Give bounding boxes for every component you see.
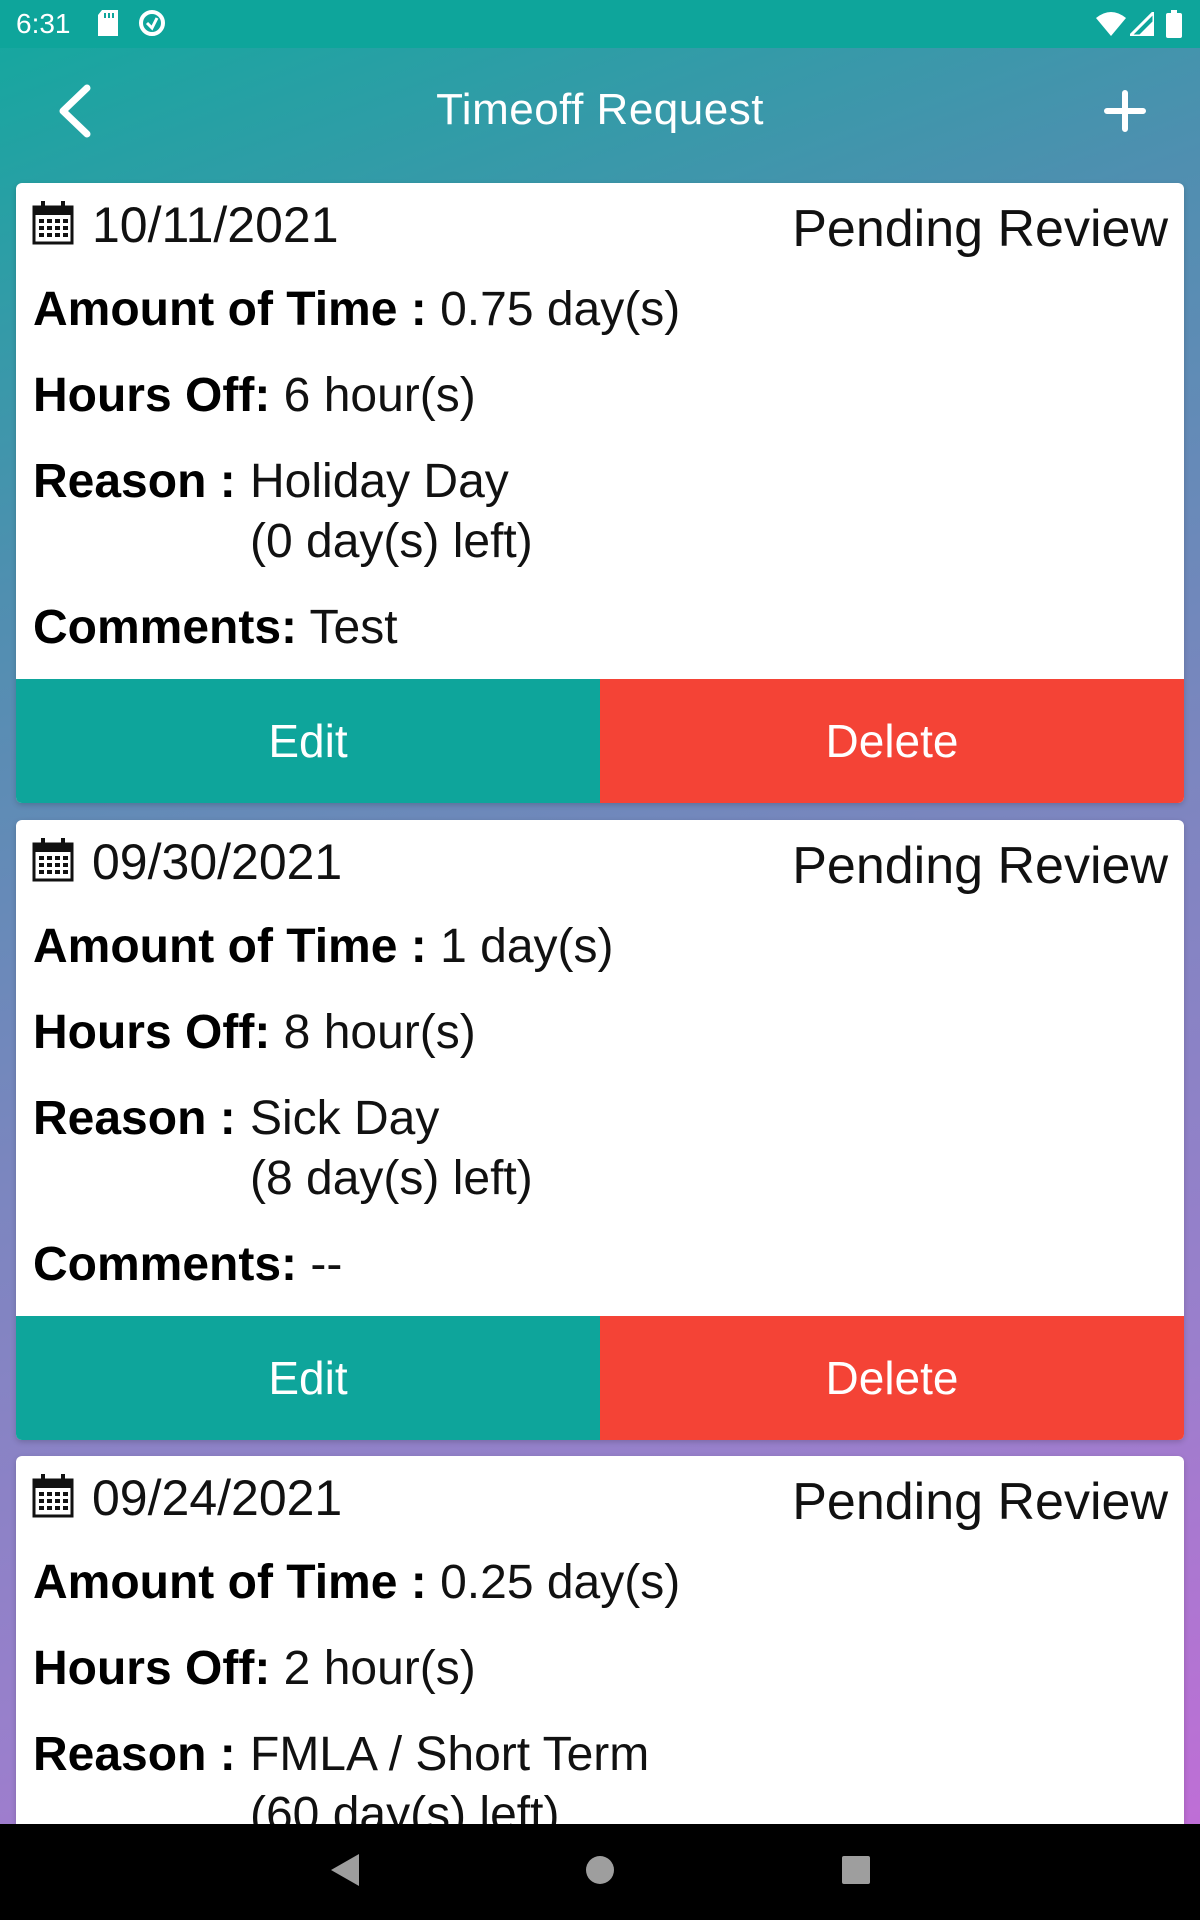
edit-button[interactable]: Edit <box>16 679 600 803</box>
square-recents-icon <box>841 1855 871 1890</box>
calendar-icon <box>32 838 74 887</box>
reason-row: Reason : <box>33 451 236 513</box>
add-request-button[interactable] <box>1090 78 1160 148</box>
delete-button[interactable]: Delete <box>600 1316 1184 1440</box>
hours-label: Hours Off: <box>33 1006 271 1059</box>
reason-row: Reason : <box>33 1724 236 1786</box>
hours-value: 8 hour(s) <box>283 1006 476 1059</box>
request-date: 09/30/2021 <box>92 834 343 890</box>
app-bar: Timeoff Request <box>0 48 1200 178</box>
reason-label: Reason : <box>33 1092 236 1145</box>
nav-back-button[interactable] <box>320 1848 368 1896</box>
calendar-icon <box>32 1474 74 1523</box>
hours-row: Hours Off: 2 hour(s) <box>33 1638 476 1700</box>
comments-value: Test <box>309 601 398 654</box>
amount-label: Amount of Time : <box>33 920 427 973</box>
amount-label: Amount of Time : <box>33 283 427 336</box>
reason-label: Reason : <box>33 1728 236 1781</box>
reason-label: Reason : <box>33 455 236 508</box>
card-header: 09/24/2021 Pending Review <box>16 1456 1184 1546</box>
comments-label: Comments: <box>33 1238 298 1291</box>
wifi-icon <box>1096 12 1126 41</box>
hours-label: Hours Off: <box>33 1642 271 1695</box>
amount-row: Amount of Time : 0.75 day(s) <box>33 279 680 341</box>
request-card: 10/11/2021 Pending Review Amount of Time… <box>16 183 1184 803</box>
amount-row: Amount of Time : 0.25 day(s) <box>33 1552 680 1614</box>
reason-row: Reason : <box>33 1088 236 1150</box>
status-time: 6:31 <box>16 8 71 39</box>
amount-row: Amount of Time : 1 day(s) <box>33 916 613 978</box>
days-left: (8 day(s) left) <box>250 1152 533 1205</box>
reason-value: Holiday Day <box>250 455 509 508</box>
sd-card-icon <box>98 10 118 41</box>
reason-value: FMLA / Short Term <box>250 1728 650 1781</box>
request-date: 09/24/2021 <box>92 1470 343 1526</box>
status-label: Pending Review <box>792 837 1168 895</box>
system-nav-bar <box>0 1824 1200 1920</box>
signal-icon <box>1126 8 1156 41</box>
card-header: 09/30/2021 Pending Review <box>16 820 1184 910</box>
comments-value: -- <box>310 1238 343 1291</box>
hours-value: 6 hour(s) <box>283 369 476 422</box>
card-actions: Edit Delete <box>16 1316 1184 1440</box>
request-card: 09/30/2021 Pending Review Amount of Time… <box>16 820 1184 1440</box>
battery-icon <box>1166 10 1182 43</box>
comments-row: Comments: Test <box>33 597 398 659</box>
hours-row: Hours Off: 6 hour(s) <box>33 365 476 427</box>
days-left: (0 day(s) left) <box>250 515 533 568</box>
card-actions: Edit Delete <box>16 679 1184 803</box>
request-date: 10/11/2021 <box>92 197 339 253</box>
request-card: 09/24/2021 Pending Review Amount of Time… <box>16 1456 1184 1824</box>
status-label: Pending Review <box>792 1473 1168 1531</box>
sync-icon <box>138 9 166 42</box>
plus-icon <box>1103 89 1147 138</box>
amount-value: 0.75 day(s) <box>440 283 681 336</box>
comments-row: Comments: -- <box>33 1234 342 1296</box>
card-header: 10/11/2021 Pending Review <box>16 183 1184 273</box>
amount-value: 0.25 day(s) <box>440 1556 681 1609</box>
nav-recents-button[interactable] <box>832 1848 880 1896</box>
amount-value: 1 day(s) <box>440 920 614 973</box>
page-title: Timeoff Request <box>436 85 764 134</box>
hours-value: 2 hour(s) <box>283 1642 476 1695</box>
reason-value: Sick Day <box>250 1092 440 1145</box>
nav-home-button[interactable] <box>576 1848 624 1896</box>
amount-label: Amount of Time : <box>33 1556 427 1609</box>
comments-label: Comments: <box>33 601 298 654</box>
circle-home-icon <box>584 1854 616 1891</box>
delete-button[interactable]: Delete <box>600 679 1184 803</box>
calendar-icon <box>32 201 74 250</box>
triangle-back-icon <box>327 1852 361 1893</box>
hours-row: Hours Off: 8 hour(s) <box>33 1002 476 1064</box>
status-label: Pending Review <box>792 200 1168 258</box>
edit-button[interactable]: Edit <box>16 1316 600 1440</box>
days-left: (60 day(s) left) <box>250 1788 560 1824</box>
status-bar: 6:31 <box>0 0 1200 48</box>
hours-label: Hours Off: <box>33 369 271 422</box>
